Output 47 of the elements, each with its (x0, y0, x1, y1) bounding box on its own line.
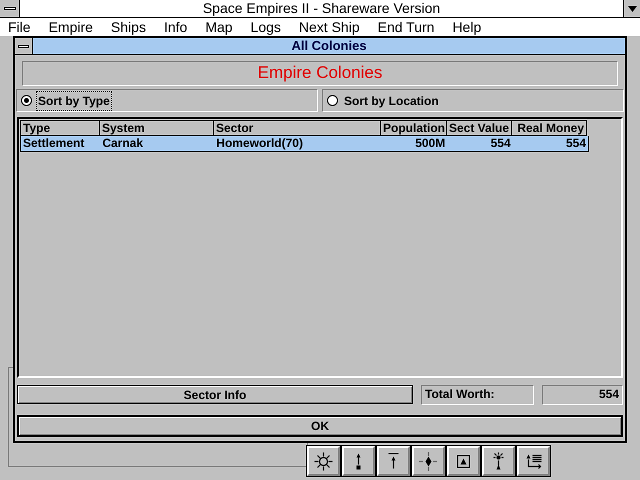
column-header[interactable]: Real Money (511, 120, 587, 136)
menu-item[interactable]: Next Ship (298, 16, 360, 38)
menu-item[interactable]: Help (452, 16, 482, 38)
table-cell-text: 554 (490, 136, 512, 151)
column-header[interactable]: Type (20, 120, 100, 136)
toolbar-glyph-icon (526, 454, 542, 468)
scroll-down-button[interactable] (623, 0, 640, 17)
toolbar-button[interactable] (447, 446, 480, 476)
toolbar-button[interactable] (377, 446, 410, 476)
sector-info-button[interactable]: Sector Info (17, 385, 413, 404)
table-row[interactable]: Settlement Carnak Homeworld(70) 500M 554 554 (20, 136, 589, 152)
menu-item[interactable]: End Turn (378, 16, 434, 38)
menu-item[interactable]: Ships (110, 16, 146, 38)
menu-item[interactable]: File (8, 16, 31, 38)
sort-radio[interactable]: Sort by Type (16, 89, 318, 112)
toolbar-glyph-icon (419, 452, 438, 470)
menu-item[interactable]: Empire (48, 16, 93, 38)
column-header[interactable]: System (99, 120, 214, 136)
ok-button[interactable]: OK (17, 415, 623, 437)
heading: Empire Colonies (22, 61, 618, 86)
sort-radio[interactable]: Sort by Location (322, 89, 624, 112)
table-cell-text: 554 (564, 136, 587, 151)
system-menu-button[interactable] (0, 0, 20, 17)
total-worth-value: 554 (542, 385, 623, 405)
dialog-title: All Colonies (290, 38, 368, 54)
table-cell-text: 500M (414, 136, 446, 151)
column-header[interactable]: Sector (213, 120, 381, 136)
down-arrow-icon (628, 6, 636, 12)
toolbar-glyph-icon (388, 453, 399, 469)
menu-item[interactable]: Info (164, 16, 188, 38)
total-worth-label: Total Worth: (421, 385, 534, 405)
menu-item[interactable]: Logs (250, 16, 281, 38)
menu-item[interactable]: Map (205, 16, 233, 38)
window-title: Space Empires II - Shareware Version (202, 0, 442, 18)
toolbar-glyph-icon (457, 454, 470, 468)
table-cell-text: Carnak (101, 136, 144, 151)
toolbar-button[interactable] (307, 446, 340, 476)
toolbar-glyph-icon (356, 452, 361, 470)
toolbar-button[interactable] (412, 446, 445, 476)
toolbar-button[interactable] (342, 446, 375, 476)
toolbar-button[interactable] (482, 446, 515, 476)
toolbar-button[interactable] (517, 446, 550, 476)
dialog-menu-button[interactable] (15, 38, 33, 54)
toolbar-glyph-icon (314, 452, 333, 470)
table-cell-text: Settlement (22, 136, 86, 151)
table-cell-text: Homeworld(70) (215, 136, 304, 151)
toolbar-glyph-icon (493, 452, 504, 470)
